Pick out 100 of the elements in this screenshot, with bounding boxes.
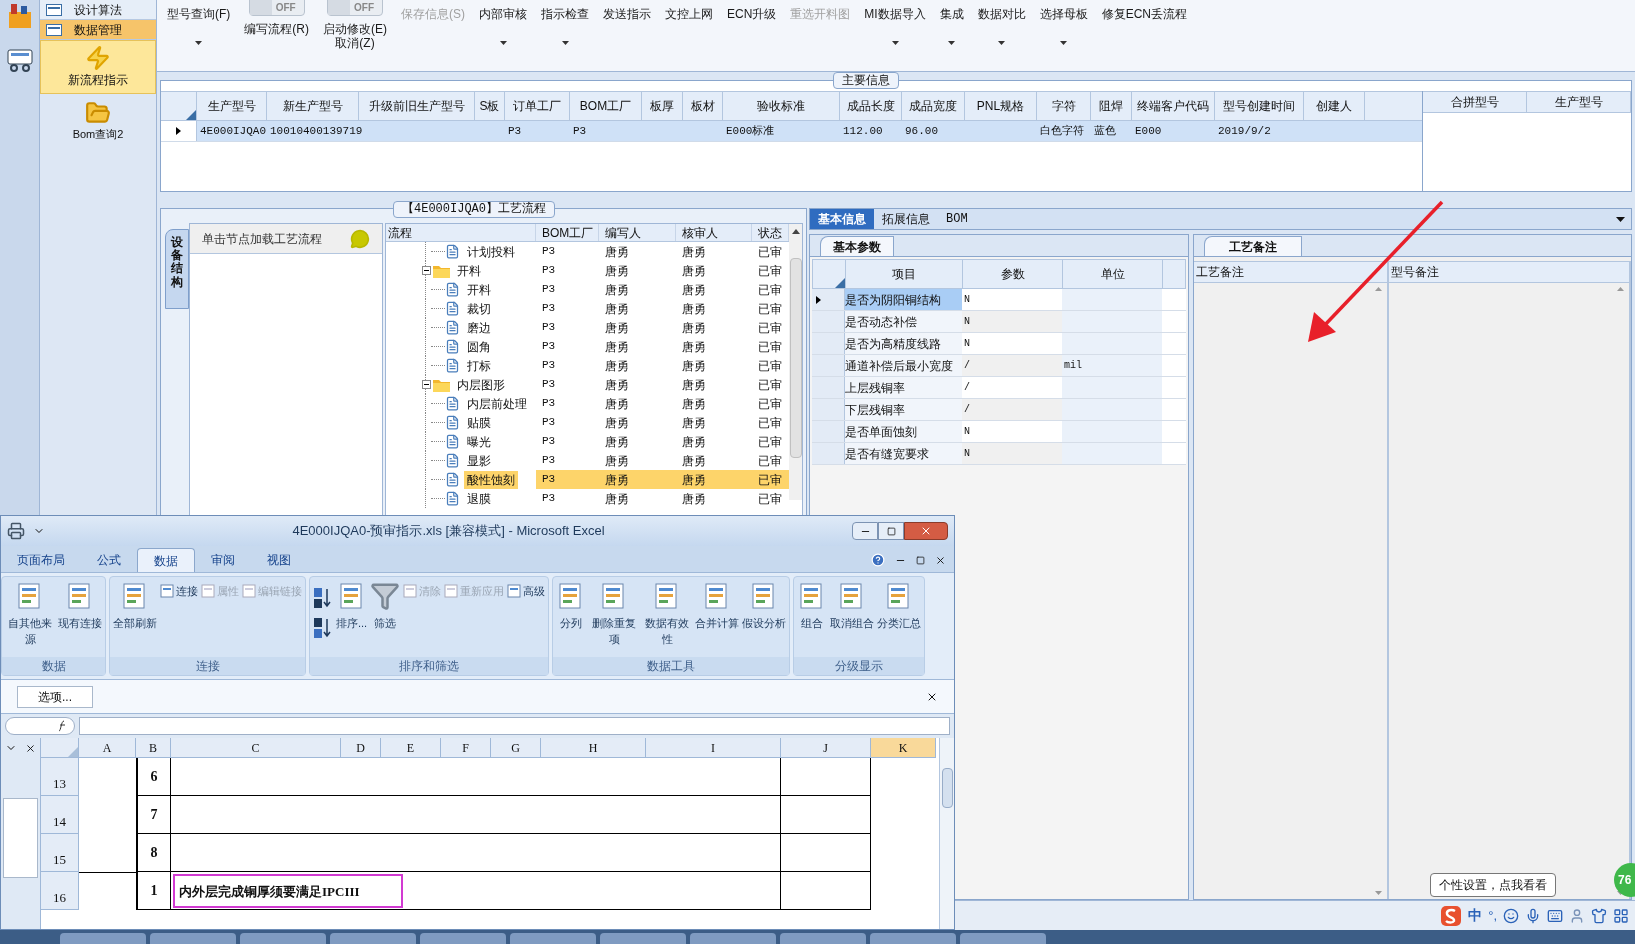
column-header[interactable]: 板厚 xyxy=(642,92,683,120)
column-header[interactable]: 阻焊 xyxy=(1091,92,1132,120)
toolbar-button[interactable]: 集成 xyxy=(939,7,964,21)
column-header[interactable]: 参数 xyxy=(963,260,1063,288)
column-header[interactable]: 创建人 xyxy=(1304,92,1365,120)
pane-list[interactable] xyxy=(3,798,38,878)
toolbar-button[interactable]: 选择母板 xyxy=(1039,7,1088,21)
column-header[interactable]: 升级前旧生产型号 xyxy=(359,92,475,120)
column-header[interactable]: BOM工厂 xyxy=(536,224,599,241)
close-icon[interactable] xyxy=(25,742,36,754)
panel-tab[interactable]: 工艺备注 xyxy=(1204,236,1302,256)
sidebar-tile[interactable]: 新流程指示 xyxy=(40,40,156,94)
ribbon-button[interactable]: 分列 xyxy=(556,581,587,631)
sidebar-item[interactable]: 设计算法 xyxy=(40,0,156,20)
column-header[interactable]: A xyxy=(79,738,136,757)
collapse-icon[interactable] xyxy=(422,380,431,389)
column-header[interactable]: E xyxy=(381,738,441,757)
row-selector[interactable] xyxy=(161,121,197,141)
tree-row[interactable]: 内层前处理 P3 唐勇 唐勇 已审 xyxy=(386,394,789,413)
ribbon-button[interactable]: 删除重复项 xyxy=(589,581,640,647)
user-icon[interactable] xyxy=(1569,907,1585,924)
column-header[interactable]: 核审人 xyxy=(676,224,752,241)
table-row[interactable]: 是否动态补偿 N xyxy=(812,311,1186,333)
ime-label[interactable]: 中 xyxy=(1468,905,1483,926)
caret-icon[interactable] xyxy=(891,41,899,45)
ribbon-button[interactable]: 连接 xyxy=(160,581,198,601)
column-header[interactable]: 订单工厂 xyxy=(505,92,570,120)
row-header[interactable]: 13 xyxy=(41,758,79,796)
caret-icon[interactable] xyxy=(998,41,1006,45)
table-row[interactable]: 是否为阴阳铜结构 N xyxy=(812,289,1186,311)
input-method-icon[interactable] xyxy=(1440,904,1463,927)
dropdown-icon[interactable] xyxy=(1616,216,1625,222)
tree-row[interactable]: 内层图形 P3 唐勇 唐勇 已审 xyxy=(386,375,789,394)
ribbon-button[interactable]: 组合 xyxy=(797,581,828,631)
tab[interactable]: BOM xyxy=(938,209,976,229)
sidebar-item[interactable]: 数据管理 xyxy=(40,20,156,40)
ribbon-button[interactable]: 假设分析 xyxy=(742,581,787,631)
column-header[interactable]: B xyxy=(136,738,171,757)
tree-row[interactable]: 计划投料 P3 唐勇 唐勇 已审 xyxy=(386,242,789,261)
row-header[interactable]: 16 xyxy=(41,872,79,910)
ribbon-tab[interactable]: 数据 xyxy=(137,548,195,572)
ribbon-button[interactable]: 分类汇总 xyxy=(877,581,922,631)
ribbon-tab[interactable]: 视图 xyxy=(251,548,307,572)
row-header[interactable]: 15 xyxy=(41,834,79,872)
emoji-icon[interactable] xyxy=(1503,907,1519,924)
sort-descending-icon[interactable] xyxy=(313,617,333,639)
maximize-button[interactable] xyxy=(878,522,904,540)
ribbon-button[interactable]: 合并计算 xyxy=(695,581,740,631)
toolbar-button[interactable]: 取消(Z) xyxy=(335,36,375,50)
microphone-icon[interactable] xyxy=(1525,907,1541,924)
table-row[interactable]: 是否单面蚀刻 N xyxy=(812,421,1186,443)
toolbar-button[interactable]: 型号查询(F) xyxy=(167,7,231,21)
print-icon[interactable] xyxy=(7,522,25,540)
caret-icon[interactable] xyxy=(499,41,507,45)
row-selector[interactable] xyxy=(812,289,845,310)
toolbar-button[interactable]: 修复ECN丢流程 xyxy=(1101,7,1188,21)
column-header[interactable]: 终端客户代码 xyxy=(1132,92,1215,120)
toolbar-button[interactable]: 指示检查 xyxy=(541,7,589,21)
formula-bar[interactable] xyxy=(79,717,950,735)
ribbon-button[interactable]: 数据有效性 xyxy=(642,581,693,647)
ribbon-button[interactable]: 排序... xyxy=(336,581,368,631)
tree-row[interactable]: 酸性蚀刻 P3 唐勇 唐勇 已审 xyxy=(386,470,789,489)
column-header[interactable]: D xyxy=(341,738,381,757)
column-header[interactable]: I xyxy=(646,738,781,757)
toolbar-button[interactable]: 启动修改(E) xyxy=(323,22,387,36)
ribbon-button[interactable]: 全部刷新 xyxy=(113,581,157,631)
ribbon-button[interactable]: 自其他来源 xyxy=(5,581,55,647)
column-header[interactable]: 型号创建时间 xyxy=(1215,92,1304,120)
tree-row[interactable]: 贴膜 P3 唐勇 唐勇 已审 xyxy=(386,413,789,432)
scrollbar-thumb[interactable] xyxy=(941,768,953,808)
ribbon-tab[interactable]: 审阅 xyxy=(195,548,251,572)
toolbar-button[interactable]: MI数据导入 xyxy=(864,7,926,21)
scrollbar[interactable] xyxy=(789,224,802,500)
toolbar-button[interactable]: 编写流程(R) xyxy=(244,22,309,36)
column-header[interactable]: 成品宽度 xyxy=(902,92,965,120)
column-header[interactable]: S板 xyxy=(475,92,505,120)
tree-row[interactable]: 开料 P3 唐勇 唐勇 已审 xyxy=(386,261,789,280)
column-header[interactable]: C xyxy=(171,738,341,757)
table-row[interactable]: 下层残铜率 / xyxy=(812,399,1186,421)
shirt-icon[interactable] xyxy=(1591,907,1607,924)
tree-row[interactable]: 磨边 P3 唐勇 唐勇 已审 xyxy=(386,318,789,337)
table-row[interactable]: 是否为高精度线路 N xyxy=(812,333,1186,355)
scroll-down-icon[interactable] xyxy=(1374,891,1382,895)
table-row[interactable]: 是否有缝宽要求 N xyxy=(812,443,1186,465)
ribbon-tab[interactable]: 页面布局 xyxy=(1,548,81,572)
ribbon-button[interactable]: 现有连接 xyxy=(58,581,102,631)
column-header[interactable]: 生产型号 xyxy=(1527,92,1631,112)
column-header[interactable]: PNL规格 xyxy=(965,92,1037,120)
restore-icon[interactable] xyxy=(916,555,925,565)
scrollbar-thumb[interactable] xyxy=(789,258,802,458)
tree-row[interactable]: 显影 P3 唐勇 唐勇 已审 xyxy=(386,451,789,470)
caret-icon[interactable] xyxy=(561,41,569,45)
column-header[interactable]: 生产型号 xyxy=(197,92,267,120)
toolbar-button[interactable]: ECN升级 xyxy=(727,7,777,21)
column-header[interactable]: 成品长度 xyxy=(840,92,902,120)
tree-row[interactable]: 圆角 P3 唐勇 唐勇 已审 xyxy=(386,337,789,356)
minimize-button[interactable] xyxy=(852,522,878,540)
column-header[interactable]: F xyxy=(441,738,491,757)
ribbon-button[interactable]: 取消组合 xyxy=(830,581,875,631)
grid-icon[interactable] xyxy=(1613,907,1629,924)
